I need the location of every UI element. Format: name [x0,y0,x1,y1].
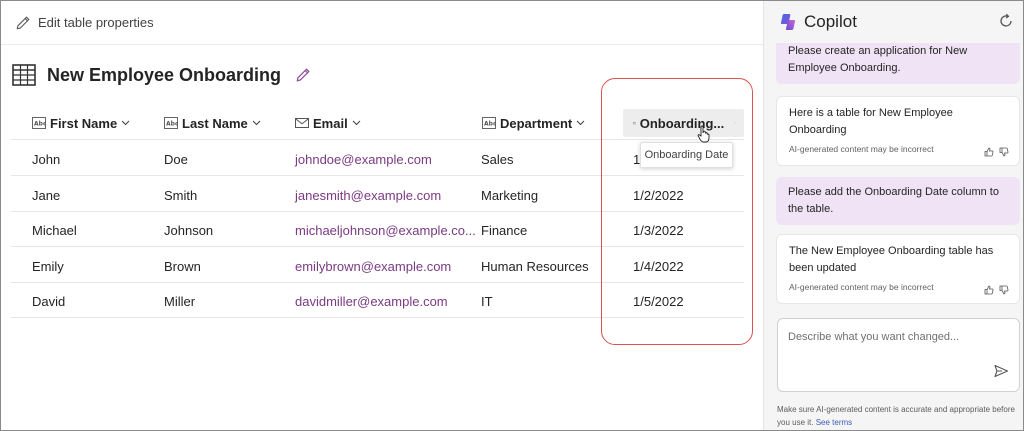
cell-department[interactable]: Finance [481,223,527,238]
table-icon [12,64,36,86]
chevron-down-icon [121,120,130,126]
user-message: Please add the Onboarding Date column to… [776,177,1020,225]
cell-department[interactable]: Sales [481,152,514,167]
cell-first-name[interactable]: Michael [32,223,77,238]
copilot-pane: Please create an application for New Emp… [764,1,1023,430]
feedback-buttons [984,285,1009,295]
page-title: New Employee Onboarding [47,64,282,85]
feedback-buttons [984,147,1009,157]
highlight-annotation [601,78,753,345]
column-header-department[interactable]: Abc Department [482,109,585,137]
footer-text: Make sure AI-generated content is accura… [777,405,1015,427]
table-title-row: New Employee Onboarding [12,59,311,91]
refresh-icon[interactable] [998,13,1014,29]
thumbs-down-icon[interactable] [999,285,1009,295]
svg-text:Abc: Abc [34,121,46,128]
cell-email-link[interactable]: emilybrown@example.com [295,259,451,274]
cell-last-name[interactable]: Brown [164,259,201,274]
cell-first-name[interactable]: Emily [32,259,64,274]
ai-disclaimer: AI-generated content may be incorrect [789,282,934,292]
column-header-last-name[interactable]: Abc Last Name [164,109,261,137]
table-pane: Edit table properties New Employee Onboa… [1,1,763,430]
cell-first-name[interactable]: John [32,152,60,167]
pencil-icon [16,15,30,29]
mail-icon [295,118,309,128]
svg-text:Abc: Abc [484,121,496,128]
ai-message: Here is a table for New Employee Onboard… [776,96,1020,166]
cell-email-link[interactable]: davidmiller@example.com [295,294,448,309]
column-label: Email [313,115,348,131]
column-label: First Name [50,115,118,131]
thumbs-down-icon[interactable] [999,147,1009,157]
cell-last-name[interactable]: Johnson [164,223,213,238]
cell-last-name[interactable]: Smith [164,188,197,203]
user-message: Please create an application for New Emp… [776,37,1020,84]
svg-text:Abc: Abc [166,121,178,128]
ai-disclaimer: AI-generated content may be incorrect [789,144,934,154]
chevron-down-icon [576,120,585,126]
column-header-email[interactable]: Email [295,109,361,137]
cell-email-link[interactable]: janesmith@example.com [295,188,441,203]
text-abc-icon: Abc [482,117,496,129]
thumbs-up-icon[interactable] [984,285,994,295]
copilot-header: Copilot [764,1,1023,43]
cell-department[interactable]: IT [481,294,493,309]
send-icon[interactable] [993,363,1009,379]
cell-email-link[interactable]: johndoe@example.com [295,152,432,167]
edit-table-properties-button[interactable]: Edit table properties [15,15,154,31]
see-terms-link[interactable]: See terms [816,418,852,427]
cell-last-name[interactable]: Doe [164,152,188,167]
cell-first-name[interactable]: Jane [32,188,60,203]
ai-footer-note: Make sure AI-generated content is accura… [777,403,1017,429]
column-header-first-name[interactable]: Abc First Name [32,109,130,137]
column-label: Department [500,115,573,131]
edit-table-properties-label: Edit table properties [38,15,154,30]
cell-first-name[interactable]: David [32,294,65,309]
cell-department[interactable]: Marketing [481,188,538,203]
toolbar: Edit table properties [1,1,763,45]
cell-last-name[interactable]: Miller [164,294,195,309]
ai-message-text: The New Employee Onboarding table has be… [789,245,994,274]
text-abc-icon: Abc [32,117,46,129]
cell-department[interactable]: Human Resources [481,259,589,274]
prompt-placeholder: Describe what you want changed... [788,331,960,343]
column-label: Last Name [182,115,248,131]
prompt-input[interactable]: Describe what you want changed... [777,318,1020,392]
text-abc-icon: Abc [164,117,178,129]
ai-message: The New Employee Onboarding table has be… [776,234,1020,304]
cell-email-link[interactable]: michaeljohnson@example.co... [295,223,476,238]
ai-message-text: Here is a table for New Employee Onboard… [789,107,953,136]
chevron-down-icon [252,120,261,126]
edit-title-pencil-icon[interactable] [295,67,311,83]
thumbs-up-icon[interactable] [984,147,994,157]
copilot-logo-icon [780,14,796,30]
copilot-title: Copilot [804,12,857,31]
chevron-down-icon [352,120,361,126]
